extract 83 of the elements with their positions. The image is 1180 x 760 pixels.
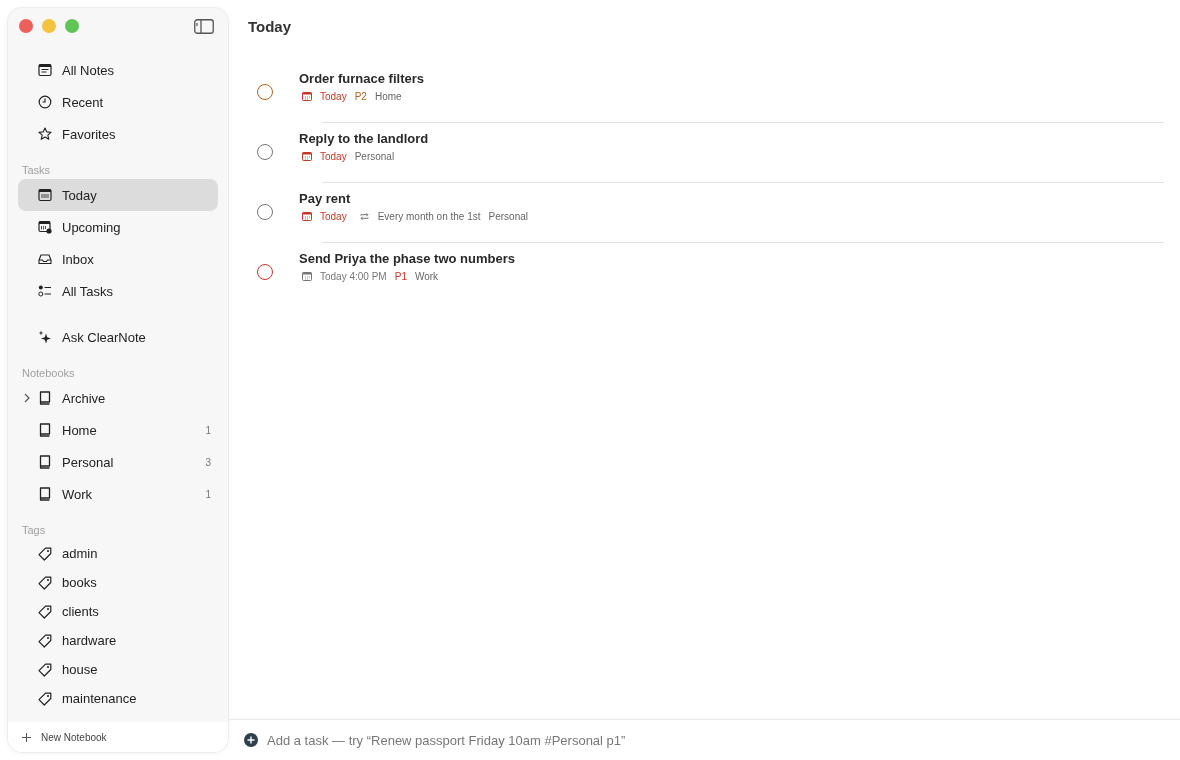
item-label: Today (62, 187, 97, 203)
priority-label: P2 (354, 91, 367, 102)
task-title: Send Priya the phase two numbers (299, 251, 515, 266)
sidebar-item[interactable]: Recent (18, 86, 218, 118)
sidebar-item[interactable]: All Tasks (18, 275, 218, 307)
add-task-field[interactable]: Add a task — try “Renew passport Friday 10am #Personal p1” (267, 730, 867, 750)
item-label: admin (62, 546, 98, 561)
task-title: Order furnace filters (299, 71, 424, 86)
item-label: books (62, 575, 97, 590)
item-label: Home (62, 422, 97, 438)
item-label: Archive (62, 390, 106, 406)
sidebar-item[interactable]: Home 1 (18, 414, 218, 446)
sidebar-item[interactable]: Inbox (18, 243, 218, 275)
due-date: Today (320, 91, 347, 102)
sidebar-item[interactable]: Ask ClearNote (18, 321, 218, 353)
sidebar-item[interactable]: Work 1 (18, 478, 218, 510)
item-label: clients (62, 604, 99, 619)
item-label: Work (62, 486, 93, 502)
sparkle-icon (38, 330, 52, 344)
task-title: Reply to the landlord (299, 131, 429, 146)
sidebar-item[interactable]: Archive (18, 382, 218, 414)
notebook-icon (38, 455, 52, 469)
calendar-clock-icon (38, 220, 52, 234)
sidebar-item[interactable]: Today (18, 179, 218, 211)
item-label: house (62, 662, 98, 677)
chevron-icon[interactable] (24, 393, 30, 403)
notes-icon (38, 63, 52, 77)
sidebar-toggle-icon[interactable] (194, 18, 214, 34)
note-count: 3 (205, 456, 211, 468)
sidebar-item[interactable]: clients (18, 597, 218, 626)
notebook-icon (38, 423, 52, 437)
tag-icon (38, 633, 52, 648)
note-count: 1 (205, 488, 211, 500)
clock-icon (38, 95, 52, 109)
sidebar-item[interactable]: Personal 3 (18, 446, 218, 478)
section-heading: Tasks (21, 163, 52, 178)
tag-icon (38, 662, 52, 677)
item-label: Recent (62, 94, 104, 110)
notebook-label: Work (414, 271, 439, 282)
page-title: Today (247, 17, 293, 37)
tag-icon (38, 604, 52, 619)
tag-icon (38, 546, 52, 561)
sidebar-item[interactable]: house (18, 655, 218, 684)
star-icon (38, 127, 52, 141)
item-label: Ask ClearNote (62, 329, 146, 345)
sidebar-item[interactable]: hardware (18, 626, 218, 655)
repeat-icon (358, 212, 370, 221)
sidebar-item[interactable]: Favorites (18, 118, 218, 150)
item-label: All Tasks (62, 283, 114, 299)
priority-label: P1 (394, 271, 407, 282)
note-count: 1 (205, 424, 211, 436)
item-label: Favorites (62, 126, 116, 142)
item-label: Upcoming (62, 219, 121, 235)
item-label: All Notes (62, 62, 115, 78)
task-title: Pay rent (299, 191, 352, 206)
tag-icon (38, 691, 52, 706)
item-label: Inbox (62, 251, 94, 267)
inbox-icon (38, 252, 52, 266)
close-button[interactable] (19, 19, 33, 33)
item-label: hardware (62, 633, 117, 648)
tag-icon (38, 575, 52, 590)
section-heading: Tags (21, 523, 47, 538)
calendar-icon (38, 188, 52, 202)
add-icon (244, 733, 258, 747)
notebook-icon (38, 487, 52, 501)
due-date: Today (320, 211, 347, 222)
checklist-icon (38, 284, 52, 298)
due-date: Today 4:00 PM (320, 271, 387, 282)
notebook-label: Home (374, 91, 402, 102)
item-label: Personal (62, 454, 114, 470)
notebook-label: Personal (354, 151, 395, 162)
repeat-rule: Every month on the 1st (377, 211, 481, 222)
section-heading: Notebooks (21, 366, 76, 381)
sidebar-item[interactable]: maintenance (18, 684, 218, 713)
sidebar-item[interactable]: Upcoming (18, 211, 218, 243)
due-date: Today (320, 151, 347, 162)
sidebar-item[interactable]: admin (18, 539, 218, 568)
sidebar-item[interactable]: All Notes (18, 54, 218, 86)
item-label: maintenance (62, 691, 137, 706)
plus-icon (22, 732, 31, 742)
sidebar-item[interactable]: books (18, 568, 218, 597)
notebook-icon (38, 391, 52, 405)
notebook-label: Personal (488, 211, 528, 222)
